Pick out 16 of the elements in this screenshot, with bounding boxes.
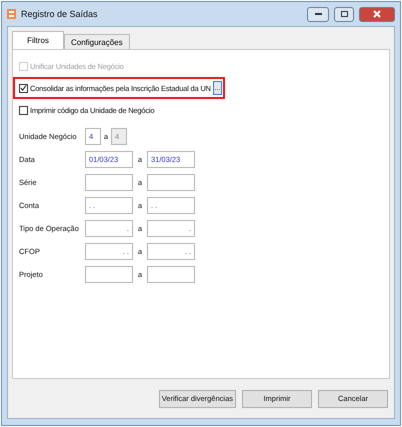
tab[interactable]: Configurações — [64, 34, 130, 49]
minimize-button[interactable] — [307, 6, 329, 22]
maximize-icon — [340, 11, 348, 17]
input-field[interactable] — [147, 174, 195, 191]
close-icon — [373, 10, 381, 18]
close-button[interactable] — [359, 6, 395, 22]
input-field[interactable] — [85, 174, 133, 191]
app-icon — [7, 9, 16, 19]
minimize-icon — [314, 12, 322, 16]
maximize-button[interactable] — [334, 6, 354, 22]
checkbox[interactable] — [19, 84, 28, 92]
input-field[interactable] — [85, 266, 133, 283]
checkbox[interactable] — [19, 106, 28, 114]
tab[interactable]: Filtros — [12, 31, 64, 49]
window-title: Registro de Saídas — [21, 9, 99, 19]
input-field[interactable] — [147, 266, 195, 283]
